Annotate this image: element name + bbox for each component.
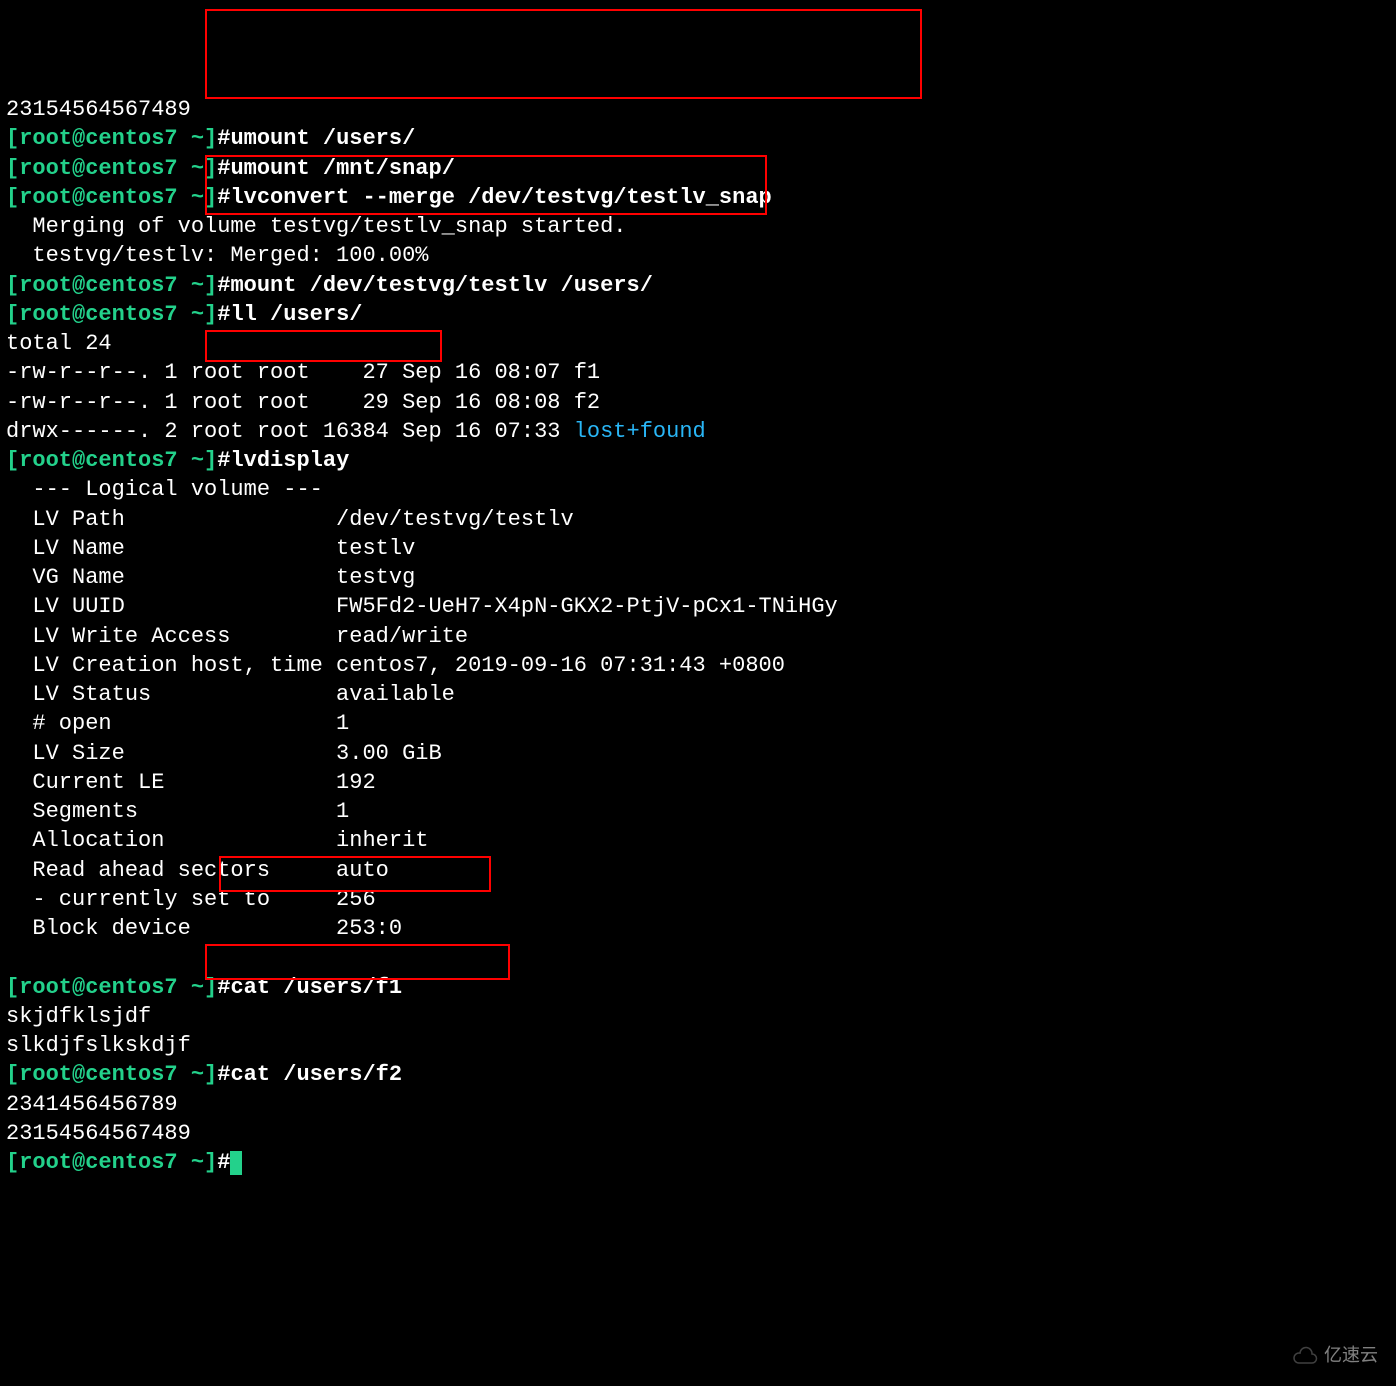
- output-line: Block device 253:0: [6, 914, 1390, 943]
- shell-prompt: [root@centos7 ~]#: [6, 302, 230, 327]
- output-line: - currently set to 256: [6, 885, 1390, 914]
- command-line[interactable]: [root@centos7 ~]#cat /users/f1: [6, 973, 1390, 1002]
- output-line: slkdjfslkskdjf: [6, 1031, 1390, 1060]
- command-text: ll /users/: [230, 302, 362, 327]
- output-line: testvg/testlv: Merged: 100.00%: [6, 241, 1390, 270]
- command-line[interactable]: [root@centos7 ~]#ll /users/: [6, 300, 1390, 329]
- command-line[interactable]: [root@centos7 ~]#umount /mnt/snap/: [6, 154, 1390, 183]
- output-line: total 24: [6, 329, 1390, 358]
- output-line: Allocation inherit: [6, 826, 1390, 855]
- command-line[interactable]: [root@centos7 ~]#cat /users/f2: [6, 1060, 1390, 1089]
- command-text: lvdisplay: [230, 448, 349, 473]
- directory-name: lost+found: [574, 419, 706, 444]
- output-line: Read ahead sectors auto: [6, 856, 1390, 885]
- cloud-icon: [1292, 1346, 1318, 1366]
- output-line: Segments 1: [6, 797, 1390, 826]
- output-line: # open 1: [6, 709, 1390, 738]
- command-line[interactable]: [root@centos7 ~]#lvdisplay: [6, 446, 1390, 475]
- output-line: LV Name testlv: [6, 534, 1390, 563]
- output-line: 23154564567489: [6, 1119, 1390, 1148]
- watermark: 亿速云: [1292, 1344, 1378, 1368]
- highlight-box: [205, 9, 922, 99]
- shell-prompt: [root@centos7 ~]#: [6, 156, 230, 181]
- output-line: LV Write Access read/write: [6, 622, 1390, 651]
- shell-prompt: [root@centos7 ~]#: [6, 975, 230, 1000]
- terminal-output[interactable]: 23154564567489[root@centos7 ~]#umount /u…: [6, 95, 1390, 1177]
- shell-prompt: [root@centos7 ~]#: [6, 1150, 230, 1175]
- output-line: LV Path /dev/testvg/testlv: [6, 505, 1390, 534]
- output-line: [6, 943, 1390, 972]
- command-line[interactable]: [root@centos7 ~]#umount /users/: [6, 124, 1390, 153]
- output-line: -rw-r--r--. 1 root root 27 Sep 16 08:07 …: [6, 358, 1390, 387]
- command-text: umount /mnt/snap/: [230, 156, 454, 181]
- shell-prompt: [root@centos7 ~]#: [6, 448, 230, 473]
- watermark-text: 亿速云: [1324, 1344, 1378, 1368]
- command-line[interactable]: [root@centos7 ~]#: [6, 1148, 1390, 1177]
- shell-prompt: [root@centos7 ~]#: [6, 1062, 230, 1087]
- command-text: cat /users/f1: [230, 975, 402, 1000]
- output-line: 2341456456789: [6, 1090, 1390, 1119]
- command-text: umount /users/: [230, 126, 415, 151]
- shell-prompt: [root@centos7 ~]#: [6, 126, 230, 151]
- output-line: skjdfklsjdf: [6, 1002, 1390, 1031]
- output-line: drwx------. 2 root root 16384 Sep 16 07:…: [6, 417, 1390, 446]
- cursor: [230, 1151, 242, 1175]
- output-line: LV Creation host, time centos7, 2019-09-…: [6, 651, 1390, 680]
- output-line: LV UUID FW5Fd2-UeH7-X4pN-GKX2-PtjV-pCx1-…: [6, 592, 1390, 621]
- output-line: --- Logical volume ---: [6, 475, 1390, 504]
- command-line[interactable]: [root@centos7 ~]#lvconvert --merge /dev/…: [6, 183, 1390, 212]
- output-line: LV Size 3.00 GiB: [6, 739, 1390, 768]
- output-line: VG Name testvg: [6, 563, 1390, 592]
- output-line: LV Status available: [6, 680, 1390, 709]
- command-text: lvconvert --merge /dev/testvg/testlv_sna…: [230, 185, 771, 210]
- command-line[interactable]: [root@centos7 ~]#mount /dev/testvg/testl…: [6, 271, 1390, 300]
- output-line: Current LE 192: [6, 768, 1390, 797]
- output-line: 23154564567489: [6, 95, 1390, 124]
- shell-prompt: [root@centos7 ~]#: [6, 185, 230, 210]
- output-line: -rw-r--r--. 1 root root 29 Sep 16 08:08 …: [6, 388, 1390, 417]
- command-text: cat /users/f2: [230, 1062, 402, 1087]
- command-text: mount /dev/testvg/testlv /users/: [230, 273, 652, 298]
- shell-prompt: [root@centos7 ~]#: [6, 273, 230, 298]
- output-line: Merging of volume testvg/testlv_snap sta…: [6, 212, 1390, 241]
